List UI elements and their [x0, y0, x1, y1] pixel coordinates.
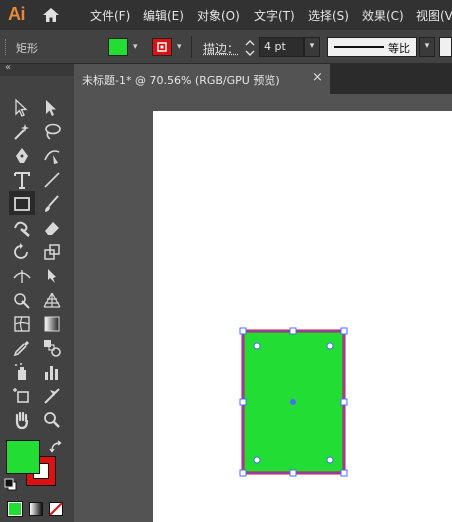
- blend-tool-icon[interactable]: [44, 340, 61, 357]
- fill-swatch[interactable]: [6, 440, 40, 474]
- gradient-mode-button[interactable]: [29, 502, 43, 516]
- gradient-tool-icon[interactable]: [44, 316, 60, 332]
- symbol-sprayer-tool-icon[interactable]: [15, 363, 26, 380]
- handle-bottom-left[interactable]: [239, 469, 247, 477]
- menu-edit[interactable]: 编辑(E): [143, 7, 184, 24]
- eraser-tool-icon[interactable]: [45, 222, 59, 235]
- selection-name: 矩形: [16, 42, 38, 55]
- pen-tool-icon[interactable]: [16, 148, 28, 163]
- artwork-layer: [239, 327, 348, 477]
- slice-tool-icon[interactable]: [44, 388, 60, 404]
- center-point[interactable]: [290, 399, 296, 405]
- home-icon[interactable]: [40, 4, 62, 26]
- profile-line: [334, 46, 384, 48]
- stroke-stepper-icon[interactable]: [244, 38, 256, 58]
- eyedropper-tool-icon[interactable]: [13, 341, 29, 357]
- menu-view[interactable]: 视图(V: [416, 7, 452, 24]
- type-tool-icon[interactable]: [14, 172, 30, 189]
- stroke-color-swatch[interactable]: [152, 38, 172, 56]
- menu-object[interactable]: 对象(O): [197, 7, 240, 24]
- handle-top-center[interactable]: [289, 327, 297, 335]
- swap-fill-stroke-icon[interactable]: [49, 440, 63, 454]
- document-tab-strip: 未标题-1* @ 70.56% (RGB/GPU 预览) ×: [74, 64, 452, 94]
- selection-tool-icon[interactable]: [15, 98, 28, 117]
- paintbrush-tool-icon[interactable]: [45, 195, 59, 212]
- handle-top-right[interactable]: [340, 327, 348, 335]
- tools-panel: «: [0, 62, 74, 522]
- handle-top-left[interactable]: [239, 327, 247, 335]
- corner-widget-bottom-right[interactable]: [326, 456, 334, 464]
- close-tab-icon[interactable]: ×: [312, 70, 323, 85]
- fill-color-swatch[interactable]: [108, 38, 128, 56]
- artboard-tool-icon[interactable]: [13, 388, 29, 403]
- stroke-profile-label: 等比: [388, 42, 410, 55]
- app-logo: Ai: [8, 4, 26, 24]
- stroke-profile-select[interactable]: 等比: [327, 37, 417, 57]
- hand-tool-icon[interactable]: [15, 411, 29, 430]
- stroke-weight-dropdown-icon[interactable]: ▾: [304, 37, 320, 57]
- magic-wand-tool-icon[interactable]: [14, 124, 29, 140]
- stroke-indicator-icon: [157, 42, 167, 52]
- color-mode-button[interactable]: [7, 501, 23, 517]
- stroke-label[interactable]: 描边：: [203, 40, 239, 57]
- fill-dropdown-icon[interactable]: ▾: [133, 42, 138, 52]
- corner-widget-top-left[interactable]: [253, 342, 261, 350]
- handle-bottom-right[interactable]: [340, 469, 348, 477]
- column-graph-tool-icon[interactable]: [45, 366, 58, 380]
- divider: [191, 36, 192, 58]
- brush-definition-select[interactable]: [439, 37, 452, 57]
- stroke-profile-dropdown-icon[interactable]: ▾: [419, 37, 435, 57]
- mesh-tool-icon[interactable]: [14, 316, 30, 332]
- menu-type[interactable]: 文字(T): [254, 7, 295, 24]
- corner-widget-bottom-left[interactable]: [253, 456, 261, 464]
- artboard[interactable]: [153, 111, 452, 522]
- control-bar-grip[interactable]: [5, 39, 7, 55]
- shaper-tool-icon[interactable]: [14, 221, 30, 237]
- menu-select[interactable]: 选择(S): [308, 7, 349, 24]
- menu-bar: Ai 文件(F) 编辑(E) 对象(O) 文字(T) 选择(S) 效果(C) 视…: [0, 0, 452, 30]
- handle-middle-left[interactable]: [239, 398, 247, 406]
- scale-tool-icon[interactable]: [44, 244, 60, 260]
- corner-widget-top-right[interactable]: [326, 342, 334, 350]
- none-mode-button[interactable]: [49, 502, 63, 516]
- shape-builder-tool-icon[interactable]: [14, 293, 30, 309]
- default-fill-stroke-icon[interactable]: [4, 478, 18, 492]
- width-tool-icon[interactable]: [13, 270, 31, 283]
- rotate-tool-icon[interactable]: [14, 243, 28, 259]
- lasso-tool-icon[interactable]: [45, 123, 61, 140]
- line-segment-tool-icon[interactable]: [44, 172, 60, 188]
- stroke-dropdown-icon[interactable]: ▾: [177, 42, 182, 52]
- stroke-weight-input[interactable]: 4 pt: [259, 37, 304, 57]
- document-tab-title: 未标题-1* @ 70.56% (RGB/GPU 预览): [82, 74, 280, 87]
- menu-file[interactable]: 文件(F): [90, 7, 130, 24]
- puppet-warp-tool-icon[interactable]: [48, 269, 56, 283]
- handle-bottom-center[interactable]: [289, 469, 297, 477]
- handle-middle-right[interactable]: [340, 398, 348, 406]
- document-tab[interactable]: 未标题-1* @ 70.56% (RGB/GPU 预览) ×: [74, 64, 330, 94]
- rectangle-tool-icon[interactable]: [9, 191, 35, 215]
- control-bar: 矩形 ▾ ▾ 描边： 4 pt ▾ 等比 ▾: [0, 30, 452, 64]
- perspective-grid-tool-icon[interactable]: [43, 292, 61, 308]
- menu-effect[interactable]: 效果(C): [362, 7, 404, 24]
- curvature-tool-icon[interactable]: [44, 150, 60, 164]
- direct-selection-tool-icon[interactable]: [46, 100, 56, 116]
- zoom-tool-icon[interactable]: [44, 412, 60, 428]
